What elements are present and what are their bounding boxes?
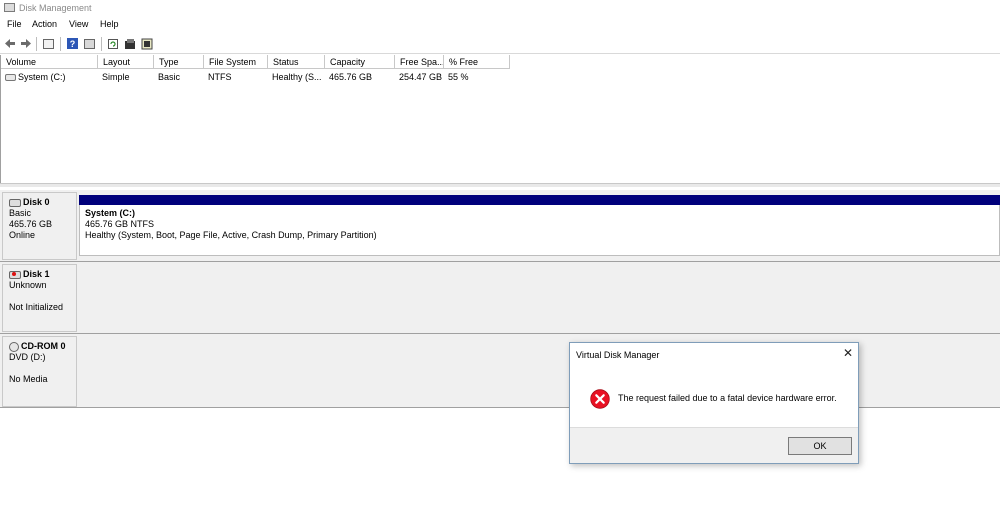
- disk-0-type: Basic: [9, 208, 32, 218]
- cell-volume: System (C:): [5, 72, 97, 82]
- disk-0-size: 465.76 GB: [9, 219, 53, 229]
- disk-icon: [9, 198, 21, 207]
- column-header-capacity[interactable]: Capacity: [325, 55, 395, 69]
- cell-status: Healthy (S...: [272, 72, 322, 82]
- error-icon: [590, 389, 610, 409]
- partition-header-bar: [79, 195, 1000, 205]
- disk-error-icon: [9, 270, 21, 279]
- volume-list-header: Volume Layout Type File System Status Ca…: [1, 55, 511, 70]
- cell-pct-free: 55 %: [448, 72, 469, 82]
- column-header-type[interactable]: Type: [154, 55, 204, 69]
- disk-0-label[interactable]: Disk 0 Basic 465.76 GB Online: [2, 192, 77, 260]
- error-dialog: Virtual Disk Manager ✕ The request faile…: [569, 342, 859, 464]
- disk-management-app-icon: [4, 3, 15, 12]
- dialog-message: The request failed due to a fatal device…: [618, 393, 837, 403]
- menu-help[interactable]: Help: [100, 19, 119, 29]
- properties-icon[interactable]: [123, 37, 136, 50]
- partition-status: Healthy (System, Boot, Page File, Active…: [85, 230, 377, 240]
- menu-bar: File Action View Help: [0, 17, 1000, 33]
- column-header-layout[interactable]: Layout: [98, 55, 154, 69]
- toolbar: ?: [0, 33, 1000, 54]
- partition-name: System (C:): [85, 208, 136, 218]
- pane-splitter[interactable]: [0, 183, 1000, 187]
- disk-1-name: Disk 1: [23, 269, 50, 279]
- disk-0-status: Online: [9, 230, 36, 240]
- menu-view[interactable]: View: [69, 19, 88, 29]
- console-tree-icon[interactable]: [42, 37, 55, 50]
- disk-1-pane: Disk 1 Unknown Not Initialized: [0, 262, 1000, 333]
- cell-capacity: 465.76 GB: [329, 72, 373, 82]
- disk-1-label[interactable]: Disk 1 Unknown Not Initialized: [2, 264, 77, 332]
- cell-free-space: 254.47 GB: [399, 72, 443, 82]
- help-icon[interactable]: ?: [66, 37, 79, 50]
- disk-1-size: [9, 291, 76, 302]
- cell-type: Basic: [158, 72, 181, 82]
- refresh-icon[interactable]: [106, 37, 119, 50]
- dialog-footer: OK: [570, 427, 858, 463]
- column-header-status[interactable]: Status: [268, 55, 325, 69]
- cdrom-0-label[interactable]: CD-ROM 0 DVD (D:) No Media: [2, 336, 77, 407]
- menu-file[interactable]: File: [7, 19, 22, 29]
- dialog-title: Virtual Disk Manager: [576, 350, 660, 360]
- cell-file-system: NTFS: [208, 72, 232, 82]
- cdrom-0-size: [9, 363, 76, 374]
- window-title: Disk Management: [19, 3, 92, 13]
- cell-layout: Simple: [102, 72, 130, 82]
- menu-action[interactable]: Action: [32, 19, 57, 29]
- cd-rom-icon: [9, 341, 19, 352]
- disk-1-status: Not Initialized: [9, 302, 64, 312]
- cdrom-0-status: No Media: [9, 374, 48, 384]
- column-header-volume[interactable]: Volume: [1, 55, 98, 69]
- disk-view-icon[interactable]: [140, 37, 153, 50]
- close-icon[interactable]: ✕: [842, 347, 854, 359]
- volume-list: Volume Layout Type File System Status Ca…: [0, 55, 1000, 183]
- cdrom-0-name: CD-ROM 0: [21, 341, 66, 351]
- partition-size-fs: 465.76 GB NTFS: [85, 219, 155, 229]
- cdrom-0-type: DVD (D:): [9, 352, 46, 362]
- title-bar: Disk Management: [0, 0, 1000, 17]
- ok-button[interactable]: OK: [788, 437, 852, 455]
- column-header-free-space[interactable]: Free Spa...: [395, 55, 444, 69]
- console-icon[interactable]: [83, 37, 96, 50]
- back-arrow-icon[interactable]: [3, 37, 16, 50]
- forward-arrow-icon[interactable]: [19, 37, 32, 50]
- partition-system-c[interactable]: System (C:) 465.76 GB NTFS Healthy (Syst…: [79, 205, 1000, 256]
- disk-1-type: Unknown: [9, 280, 47, 290]
- column-header-pct-free[interactable]: % Free: [444, 55, 510, 69]
- column-header-file-system[interactable]: File System: [204, 55, 268, 69]
- disk-0-name: Disk 0: [23, 197, 50, 207]
- drive-icon: [5, 74, 16, 82]
